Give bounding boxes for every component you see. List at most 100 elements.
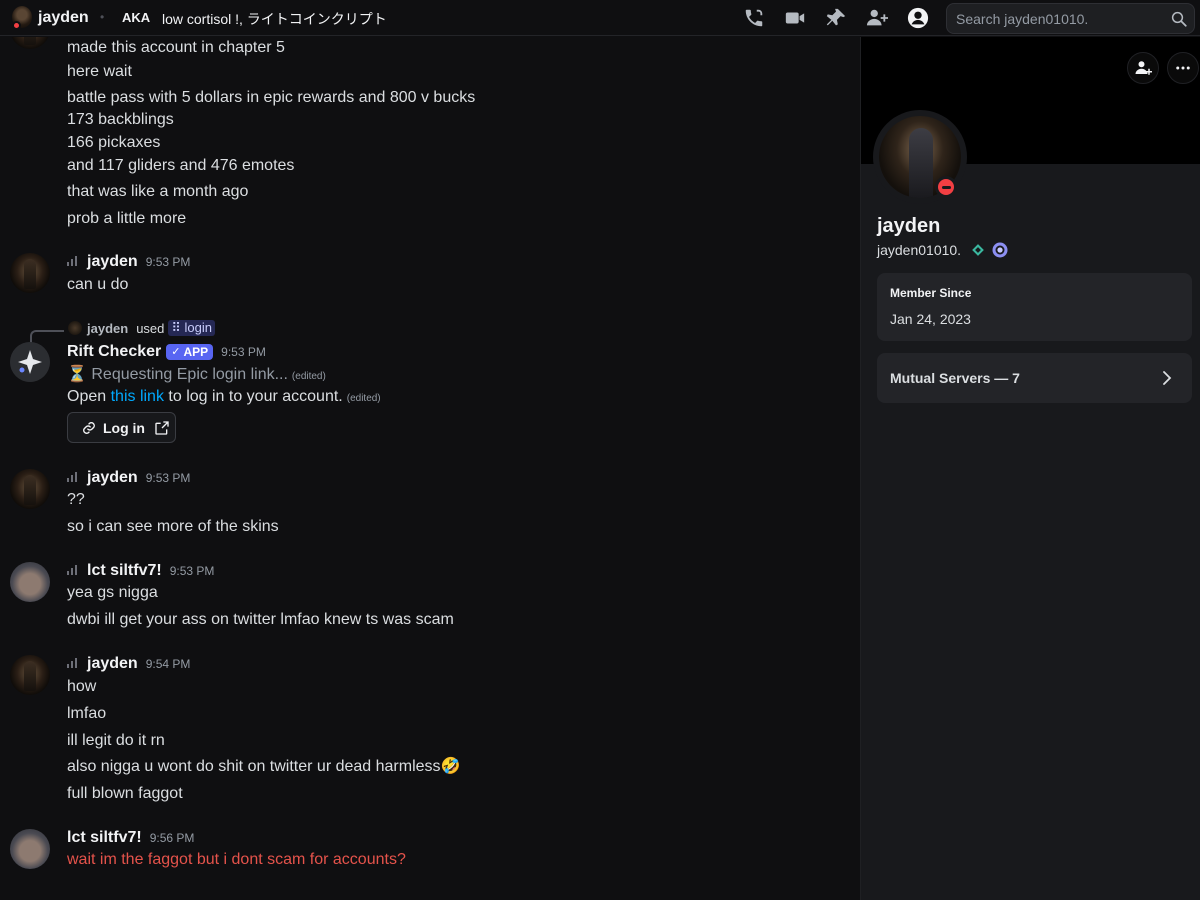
avatar[interactable] [10,655,50,695]
bot-avatar[interactable] [10,342,50,382]
avatar[interactable] [10,469,50,509]
toolbar-icons [740,6,945,30]
message-text: battle pass with 5 dollars in epic rewar… [67,89,476,106]
command-icon: ⠿ [171,320,185,335]
bot-status-text: ⏳ Requesting Epic login link... [67,366,288,383]
message-text: can u do [67,276,129,293]
search-icon[interactable] [1170,10,1188,28]
message-header: lct siltfv7! 9:56 PM [67,829,194,847]
message-text: 166 pickaxes [67,134,161,151]
message-text: yea gs nigga [67,584,158,601]
bot-status-line: ⏳ Requesting Epic login link... (edited) [67,365,326,387]
avatar[interactable] [10,37,50,49]
member-since-date: Jan 24, 2023 [890,311,971,327]
mutual-servers-button[interactable]: Mutual Servers — 7 [877,353,1192,403]
timestamp: 9:56 PM [149,831,195,845]
member-since-card: Member Since Jan 24, 2023 [877,273,1192,341]
message-text: prob a little more [67,210,187,227]
message-text: also nigga u wont do shit on twitter ur … [67,758,461,775]
profile-display-name: jayden [877,215,941,237]
message-author[interactable]: jayden [87,655,138,673]
message-header: lct siltfv7! 9:53 PM [67,562,214,580]
profile-panel: jayden jayden01010. Member Since Jan 24,… [860,37,1200,900]
message-author[interactable]: lct siltfv7! [67,829,142,847]
reply-used-text: used [136,320,165,336]
message-text: ?? [67,491,85,508]
verified-check-icon: ✓ [171,346,181,358]
edited-label: (edited) [346,393,381,404]
video-call-icon[interactable] [781,6,809,30]
message-text: and 117 gliders and 476 emotes [67,157,295,174]
mini-avatar [68,321,82,335]
message-author[interactable]: jayden [87,469,138,487]
command-reply[interactable]: jayden used ⠿ login [68,320,215,336]
profile-username: jayden01010. [877,242,962,258]
timestamp: 9:53 PM [169,564,215,578]
add-friend-button[interactable] [1127,52,1159,84]
bot-login-line: Open this link to log in to your account… [67,387,381,409]
message-text: wait im the faggot but i dont scam for a… [67,851,406,868]
message-header: Rift Checker ✓ APP 9:53 PM [67,343,266,361]
edited-label: (edited) [291,371,326,382]
boost-badge-icon[interactable] [991,241,1009,259]
message-text: made this account in chapter 5 [67,39,285,56]
login-line-suffix: to log in to your account. [163,388,343,405]
mutual-servers-label: Mutual Servers — 7 [890,370,1020,386]
nitro-badge-icon[interactable] [971,243,985,257]
dm-username[interactable]: jayden [38,9,89,27]
slash-command[interactable]: ⠿ login [168,320,215,336]
signal-icon [67,256,79,266]
bot-name[interactable]: Rift Checker [67,343,161,361]
message-text: dwbi ill get your ass on twitter lmfao k… [67,611,454,628]
link-icon [83,421,95,434]
reply-author[interactable]: jayden [87,321,128,336]
add-friend-icon [1135,61,1152,75]
chevron-right-icon [1163,371,1172,385]
message-text: that was like a month ago [67,183,249,200]
login-line-prefix: Open [67,388,111,405]
timestamp: 9:54 PM [145,657,191,671]
user-profile-icon[interactable] [904,6,932,30]
member-since-label: Member Since [890,286,972,300]
avatar[interactable] [10,562,50,602]
message-author[interactable]: lct siltfv7! [87,562,162,580]
message-header: jayden 9:53 PM [67,253,190,271]
login-link[interactable]: this link [111,388,164,405]
login-button[interactable]: Log in [67,412,176,443]
aka-label: AKA [122,10,151,25]
add-friends-icon[interactable] [863,6,891,30]
app-badge: ✓ APP [166,343,214,360]
dnd-status-icon [935,176,957,198]
timestamp: 9:53 PM [145,471,191,485]
dm-avatar[interactable] [12,6,32,30]
profile-username-row: jayden01010. [877,241,1009,259]
message-text: how [67,678,97,695]
top-bar: jayden • AKA low cortisol !, ライトコインクリプト [0,0,1200,36]
pin-icon[interactable] [822,6,850,30]
external-link-icon [155,420,169,435]
signal-icon [67,472,79,482]
login-button-label: Log in [103,419,145,436]
message-text: 173 backblings [67,111,174,128]
message-text: ill legit do it rn [67,732,165,749]
more-icon [1176,66,1190,70]
avatar[interactable] [10,253,50,293]
message-header: jayden 9:53 PM [67,469,190,487]
rift-logo-icon [10,342,50,382]
timestamp: 9:53 PM [145,255,191,269]
voice-call-icon[interactable] [740,6,768,30]
command-name: login [184,320,212,335]
message-author[interactable]: jayden [87,253,138,271]
search-box[interactable] [946,3,1195,34]
timestamp: 9:53 PM [221,345,266,359]
search-input[interactable] [947,4,1167,33]
separator-dot: • [100,10,105,24]
chat-messages: made this account in chapter 5 here wait… [0,37,860,900]
nicknames-text: low cortisol !, ライトコインクリプト [162,11,387,27]
message-text: so i can see more of the skins [67,518,279,535]
more-options-button[interactable] [1167,52,1199,84]
message-text: here wait [67,63,132,80]
signal-icon [67,658,79,668]
avatar[interactable] [10,829,50,869]
message-header: jayden 9:54 PM [67,655,190,673]
